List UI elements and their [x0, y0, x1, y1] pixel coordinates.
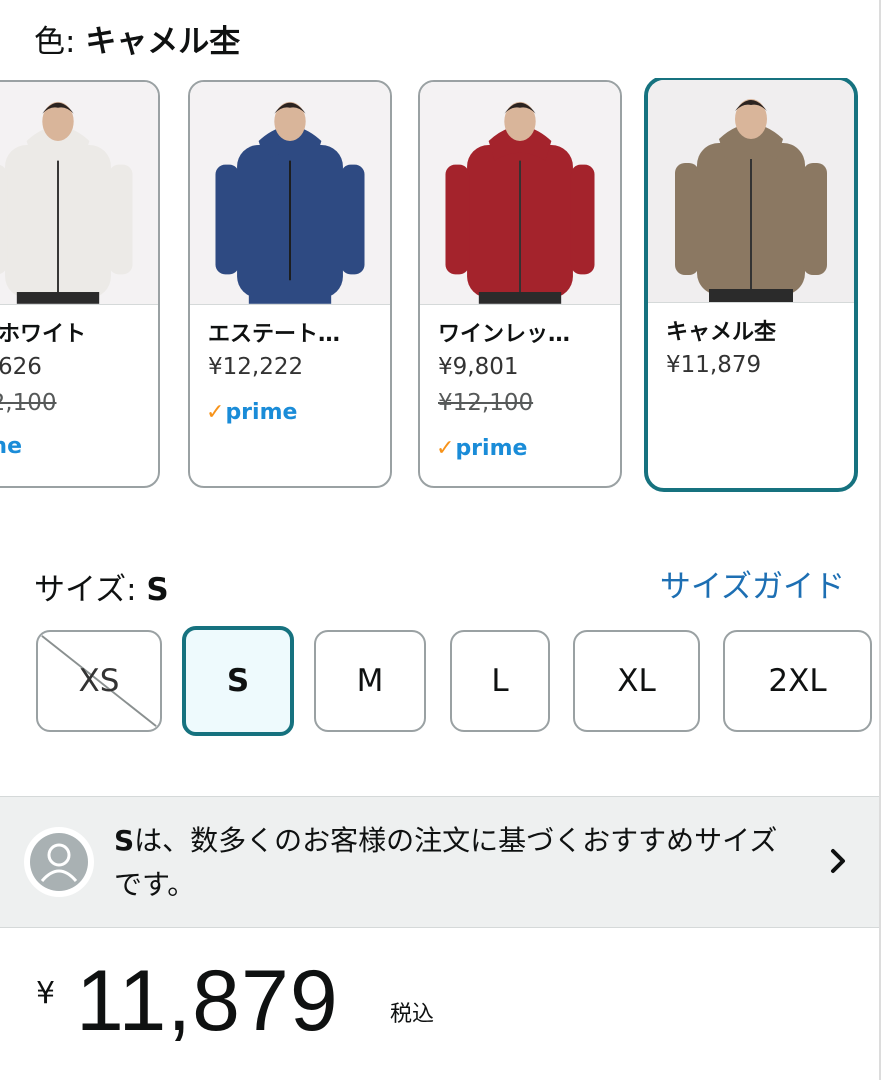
- size-option-xs[interactable]: XS: [36, 630, 162, 732]
- color-label: 色: キャメル杢: [34, 24, 241, 60]
- swatch-price: ¥12,222: [208, 354, 304, 380]
- swatch-name: フホワイト: [0, 322, 87, 347]
- swatch-image-wine-red: [420, 82, 620, 305]
- chevron-right-icon[interactable]: [827, 843, 851, 879]
- size-option-s[interactable]: S: [182, 626, 294, 736]
- selected-color-value: キャメル杢: [85, 24, 241, 60]
- prime-badge: ✓prime: [436, 436, 528, 461]
- swatch-price: ¥9,801: [438, 354, 519, 380]
- size-option-label: XS: [78, 663, 120, 699]
- size-option-m[interactable]: M: [314, 630, 426, 732]
- user-avatar-icon: [24, 827, 94, 897]
- color-swatch-wine-red[interactable]: ワインレッ… ¥9,801 ¥12,100 ✓prime: [418, 80, 622, 488]
- price-tax-note: 税込: [390, 1002, 435, 1027]
- size-recommendation-banner[interactable]: Sは、数多くのお客様の注文に基づくおすすめサイズです。: [0, 796, 881, 928]
- swatch-name: キャメル杢: [666, 320, 777, 345]
- swatch-name: ワインレッ…: [438, 322, 571, 347]
- size-option-l[interactable]: L: [450, 630, 550, 732]
- color-swatch-list: フホワイト 8,626 12,100 prime エステート… ¥12,222 …: [0, 78, 881, 498]
- swatch-price: ¥11,879: [666, 352, 762, 378]
- jacket-image: [215, 101, 365, 304]
- swatch-price: 8,626: [0, 354, 42, 380]
- swatch-old-price: ¥12,100: [438, 390, 534, 416]
- prime-check-icon: ✓: [206, 400, 225, 425]
- size-option-label: M: [356, 663, 384, 699]
- jacket-image: [445, 101, 595, 304]
- swatch-image-white: [0, 82, 158, 305]
- prime-badge: prime: [0, 434, 22, 459]
- prime-badge: ✓prime: [206, 400, 298, 425]
- swatch-image-estate: [190, 82, 390, 305]
- size-guide-link[interactable]: サイズガイド: [660, 567, 845, 607]
- size-recommendation-text: Sは、数多くのお客様の注文に基づくおすすめサイズです。: [114, 824, 778, 901]
- color-swatch-white[interactable]: フホワイト 8,626 12,100 prime: [0, 80, 160, 488]
- size-option-label: L: [491, 663, 509, 699]
- jacket-image: [675, 99, 827, 302]
- swatch-name: エステート…: [208, 322, 341, 347]
- jacket-image: [0, 101, 133, 304]
- color-swatch-camel[interactable]: キャメル杢 ¥11,879: [644, 78, 858, 492]
- size-option-2xl[interactable]: 2XL: [723, 630, 872, 732]
- size-option-label: S: [226, 663, 250, 699]
- size-option-label: 2XL: [768, 663, 827, 699]
- prime-check-icon: ✓: [436, 436, 455, 461]
- price-amount: 11,879: [76, 953, 339, 1049]
- selected-size-value: S: [146, 572, 169, 608]
- size-option-xl[interactable]: XL: [573, 630, 700, 732]
- price-currency: ¥: [36, 976, 56, 1011]
- size-label: サイズ: S: [34, 572, 169, 608]
- swatch-image-camel: [648, 80, 854, 303]
- color-swatch-estate[interactable]: エステート… ¥12,222 ✓prime: [188, 80, 392, 488]
- size-option-label: XL: [617, 663, 656, 699]
- swatch-old-price: 12,100: [0, 390, 57, 416]
